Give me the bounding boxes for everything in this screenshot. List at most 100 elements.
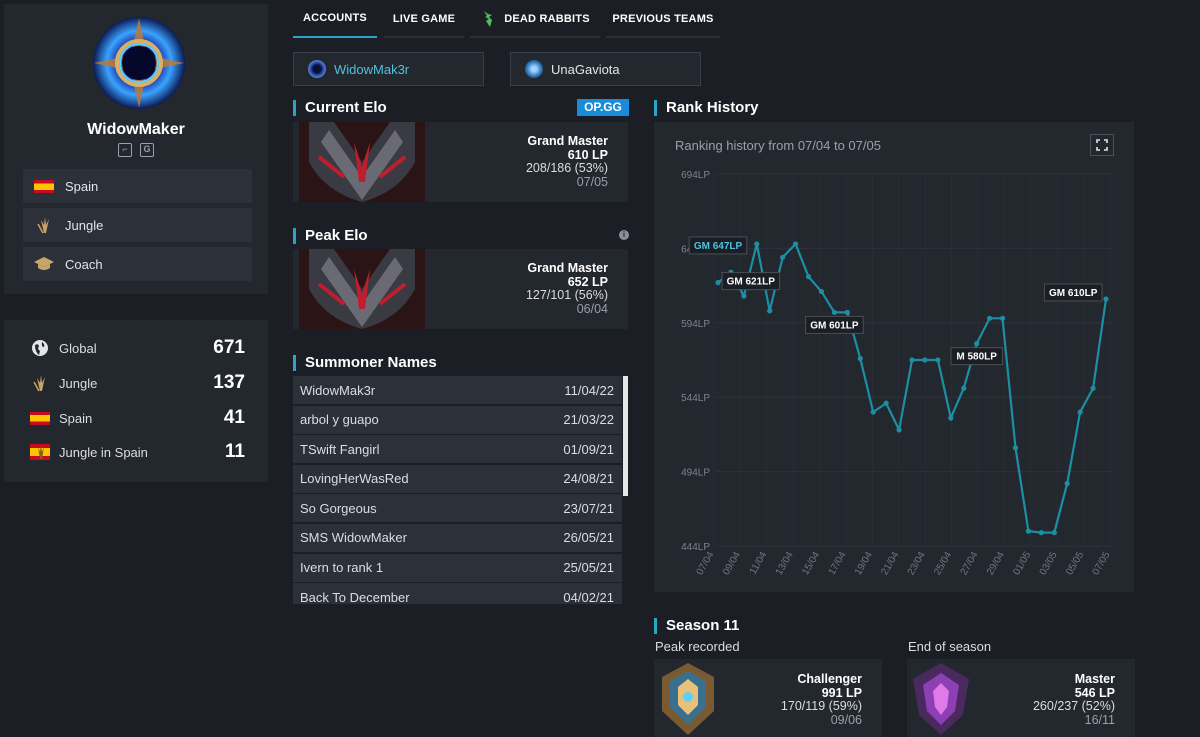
player-name: WidowMaker	[87, 121, 185, 138]
x-tick-label: 11/04	[748, 550, 770, 577]
x-tick-label: 15/04	[800, 550, 822, 578]
elo-date: 06/04	[576, 301, 608, 316]
list-item: SMS WidowMaker 26/05/21	[293, 523, 622, 552]
summoner-date: 01/09/21	[563, 441, 614, 457]
g-icon[interactable]: G	[140, 143, 154, 157]
elo-record: 127/101 (56%)	[525, 288, 608, 302]
x-tick-label: 07/04	[695, 550, 717, 578]
data-point	[780, 254, 786, 260]
ranking-value: 671	[213, 337, 245, 358]
rankings-card: Global 671 Jungle 137 Spain 41 Jungle in…	[4, 320, 268, 482]
data-point	[818, 288, 825, 295]
summoner-icon	[525, 60, 543, 78]
x-tick-label: 17/04	[827, 550, 849, 578]
summoner-name: Ivern to rank 1	[300, 560, 384, 576]
season-tier: Master	[1074, 672, 1115, 686]
summoner-name: Back To December	[300, 589, 410, 604]
rank-history-chart: Ranking history from 07/04 to 07/05 694L…	[654, 122, 1134, 592]
current-elo-card: Grand Master 610 LP 208/186 (53%) 07/05	[293, 122, 628, 202]
ranking-jungle: Jungle 137	[29, 371, 245, 395]
scrollbar[interactable]	[623, 376, 628, 496]
spain-flag-icon	[29, 411, 51, 425]
data-point	[1038, 530, 1044, 536]
opgg-button[interactable]: OP.GG	[577, 99, 629, 116]
tab-previous-teams[interactable]: PREVIOUS TEAMS	[606, 0, 720, 38]
data-point	[1064, 480, 1070, 487]
data-point	[909, 357, 915, 363]
summoner-date: 21/03/22	[563, 412, 614, 428]
grandmaster-emblem-icon	[299, 122, 425, 202]
data-point	[1012, 445, 1019, 451]
season-end-stats: Master 546 LP 260/237 (52%) 16/11	[1033, 672, 1115, 727]
season-lp: 546 LP	[1074, 685, 1115, 700]
profile-card: WidowMaker ⌐ G Spain Jungle Coach	[4, 4, 268, 294]
tab-dead-rabbits[interactable]: DEAD RABBITS	[470, 0, 600, 38]
graduation-cap-icon	[33, 256, 55, 272]
x-tick-label: 21/04	[879, 550, 901, 578]
annotation-label: GM 610LP	[1049, 288, 1098, 299]
ranking-label: Spain	[59, 410, 93, 426]
twitch-icon[interactable]: ⌐	[118, 143, 132, 157]
season-lp: 991 LP	[821, 685, 862, 700]
summoner-name: WidowMak3r	[300, 382, 376, 398]
season-end-label: End of season	[908, 639, 992, 654]
summoner-names-list[interactable]: WidowMak3r 11/04/22 arbol y guapo 21/03/22…	[293, 376, 628, 604]
spain-flag-icon	[33, 179, 55, 193]
list-item: WidowMak3r 11/04/22	[293, 376, 622, 404]
grandmaster-emblem-icon	[299, 249, 425, 329]
challenger-emblem-icon	[662, 663, 714, 735]
info-icon[interactable]: i	[619, 230, 629, 240]
tab-label: ACCOUNTS	[303, 12, 367, 24]
season-title: Season 11	[654, 617, 739, 634]
elo-date: 07/05	[576, 174, 608, 189]
master-emblem-icon	[913, 663, 969, 735]
x-tick-label: 09/04	[721, 550, 743, 578]
data-point	[754, 241, 760, 247]
annotation-label: GM 601LP	[810, 320, 859, 331]
season-peak-stats: Challenger 991 LP 170/119 (59%) 09/06	[781, 672, 862, 727]
jungle-icon	[29, 374, 51, 392]
account-button-widowmak3r[interactable]: WidowMak3r	[293, 52, 484, 86]
data-point	[715, 280, 721, 286]
data-point	[1103, 296, 1109, 302]
summoner-name: SMS WidowMaker	[300, 530, 407, 546]
data-point	[948, 415, 954, 421]
season-end-card: Master 546 LP 260/237 (52%) 16/11	[907, 659, 1135, 737]
data-point	[999, 315, 1006, 321]
list-item: TSwift Fangirl 01/09/21	[293, 435, 622, 464]
summoner-date: 23/07/21	[563, 500, 614, 516]
season-tier: Challenger	[797, 672, 862, 686]
data-point	[870, 409, 876, 415]
ranking-value: 137	[213, 372, 245, 393]
list-item: arbol y guapo 21/03/22	[293, 405, 622, 434]
elo-lp: 610 LP	[567, 147, 608, 162]
list-item: LovingHerWasRed 24/08/21	[293, 464, 622, 493]
list-item: So Gorgeous 23/07/21	[293, 494, 622, 523]
globe-icon	[29, 339, 51, 357]
summoner-date: 25/05/21	[563, 560, 614, 576]
tab-live-game[interactable]: LIVE GAME	[384, 0, 464, 38]
summoner-name: TSwift Fangirl	[300, 441, 380, 457]
ranking-label: Jungle in Spain	[59, 444, 148, 460]
summoner-date: 11/04/22	[564, 382, 614, 398]
summoner-names-title: Summoner Names	[293, 354, 437, 371]
tab-label: DEAD RABBITS	[504, 13, 590, 25]
x-tick-label: 13/04	[774, 550, 796, 578]
ranking-value: 41	[223, 407, 245, 428]
account-button-unagaviota[interactable]: UnaGaviota	[510, 52, 701, 86]
data-point	[767, 308, 773, 314]
x-tick-label: 29/04	[985, 550, 1007, 578]
elo-record: 208/186 (53%)	[525, 161, 608, 175]
ranking-value: 11	[224, 441, 245, 462]
x-tick-label: 05/05	[1064, 550, 1086, 578]
data-point	[857, 355, 863, 362]
account-name: UnaGaviota	[551, 61, 620, 77]
data-point	[1077, 409, 1083, 415]
summoner-date: 04/02/21	[563, 589, 614, 604]
x-tick-label: 23/04	[906, 550, 928, 578]
data-point	[1051, 530, 1057, 536]
info-label: Coach	[65, 256, 103, 272]
tab-accounts[interactable]: ACCOUNTS	[293, 0, 377, 38]
y-tick-label: 594LP	[681, 319, 710, 330]
elo-lp: 652 LP	[567, 274, 608, 289]
